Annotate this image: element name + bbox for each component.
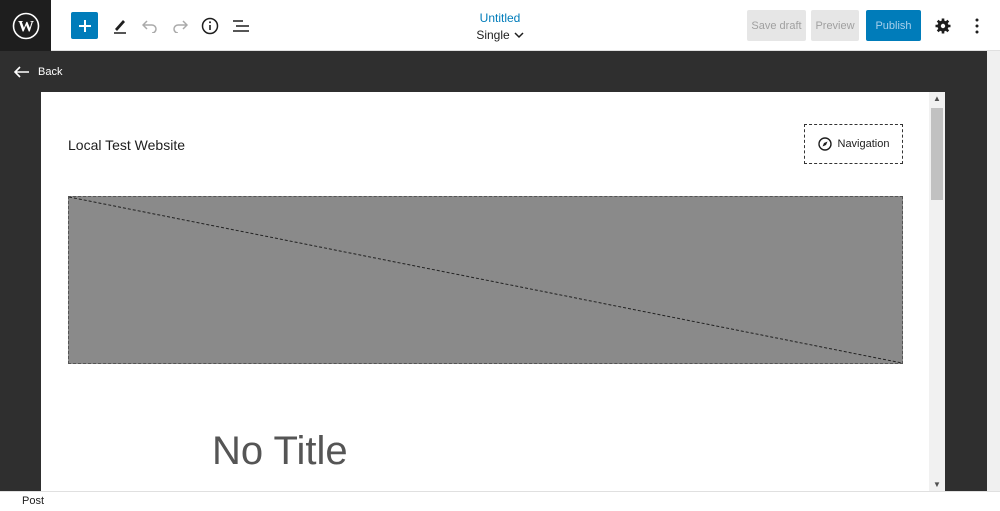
featured-image-placeholder[interactable] (68, 196, 903, 364)
editor-footer: Post (0, 491, 1000, 511)
chevron-down-icon (514, 31, 524, 38)
back-label: Back (38, 66, 63, 78)
navigation-block[interactable]: Navigation (804, 124, 903, 164)
info-icon (201, 17, 219, 35)
compass-icon (817, 137, 832, 151)
add-block-button[interactable] (71, 12, 98, 39)
redo-icon (173, 20, 188, 33)
undo-icon (142, 20, 157, 33)
save-draft-button[interactable]: Save draft (747, 10, 806, 41)
site-title[interactable]: Local Test Website (68, 137, 185, 153)
settings-button[interactable] (929, 12, 957, 40)
options-button[interactable] (963, 12, 991, 40)
wordpress-logo-button[interactable]: W (0, 0, 51, 51)
details-button[interactable] (196, 12, 224, 40)
arrow-left-icon (14, 66, 29, 78)
svg-text:W: W (18, 18, 34, 35)
placeholder-diagonal (69, 197, 902, 363)
back-button[interactable]: Back (14, 66, 62, 78)
list-view-button[interactable] (227, 12, 255, 40)
scroll-down-icon[interactable]: ▼ (933, 480, 941, 489)
pencil-icon (114, 20, 126, 34)
list-view-icon (233, 20, 249, 32)
scroll-up-icon[interactable]: ▲ (933, 94, 941, 103)
publish-button[interactable]: Publish (866, 10, 921, 41)
template-dropdown[interactable]: Single (476, 26, 524, 44)
more-vertical-icon (975, 18, 979, 34)
scrollbar-thumb[interactable] (931, 108, 943, 200)
document-title[interactable]: Untitled (440, 10, 560, 26)
undo-button[interactable] (136, 12, 164, 40)
template-name: Single (476, 28, 510, 42)
canvas-scrollbar[interactable]: ▲ ▼ (929, 92, 945, 491)
navigation-label: Navigation (837, 138, 890, 150)
editor-header: W Untitled Single Save draft Preview Pub… (0, 0, 1000, 51)
wordpress-icon: W (12, 12, 39, 39)
plus-icon (78, 19, 91, 32)
breadcrumb[interactable]: Post (22, 495, 44, 507)
redo-button[interactable] (166, 12, 194, 40)
post-title[interactable]: No Title (212, 429, 348, 474)
tools-button[interactable] (106, 12, 134, 40)
preview-button[interactable]: Preview (811, 10, 859, 41)
editor-canvas: Local Test Website Navigation No Title ▲… (41, 92, 945, 491)
document-title-area: Untitled Single (440, 10, 560, 44)
gear-icon (935, 18, 951, 34)
outer-scrollbar[interactable] (987, 51, 1000, 491)
